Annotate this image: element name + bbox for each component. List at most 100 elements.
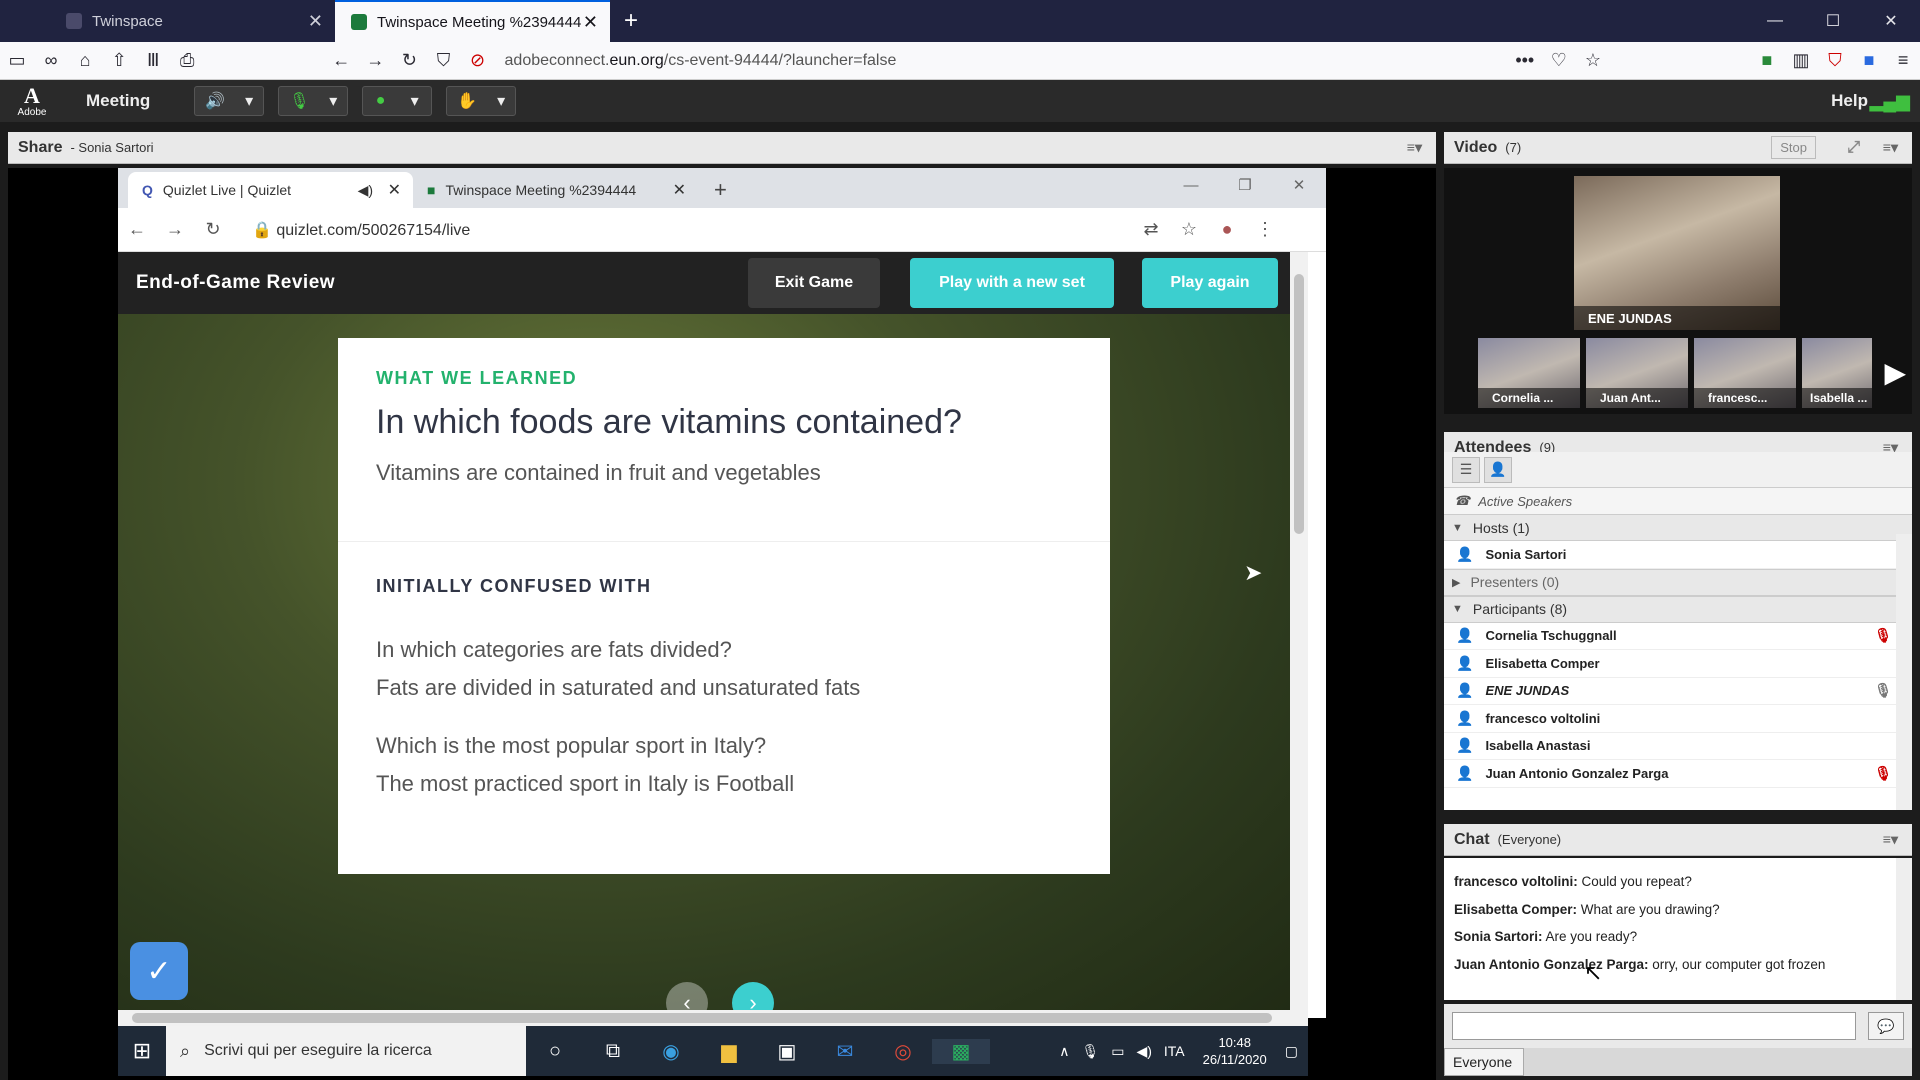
language-indicator[interactable]: ITA <box>1164 1043 1185 1059</box>
maximize-icon[interactable]: ☐ <box>1804 0 1862 42</box>
close-tab-icon[interactable]: ✕ <box>388 180 401 200</box>
scrollbar-thumb[interactable] <box>132 1013 1272 1023</box>
chevron-down-icon[interactable]: ▾ <box>497 91 505 111</box>
chat-target-tab[interactable]: Everyone <box>1444 1048 1524 1076</box>
notifications-icon[interactable]: ▢ <box>1285 1043 1298 1060</box>
close-window-icon[interactable]: ✕ <box>1272 168 1326 202</box>
presenters-group[interactable]: ▶ Presenters (0) <box>1444 568 1912 596</box>
forward-icon[interactable]: → <box>358 50 392 71</box>
mail-icon[interactable]: ✉ <box>816 1039 874 1064</box>
pocket-icon[interactable]: ♡ <box>1542 50 1576 71</box>
next-video-arrow-icon[interactable]: ▶ <box>1884 356 1906 389</box>
microphone-icon[interactable]: 🎙 <box>1081 1043 1099 1060</box>
close-tab-icon[interactable]: ✕ <box>673 180 686 200</box>
back-icon[interactable]: ← <box>118 219 156 240</box>
address-bar[interactable]: adobeconnect. eun.org/cs-event-94444/?lau… <box>505 46 1508 76</box>
network-icon[interactable]: ▭ <box>1111 1043 1124 1060</box>
pod-menu-icon[interactable]: ≡▾ <box>1407 139 1422 156</box>
ublock-icon[interactable]: ⛉ <box>1818 50 1852 71</box>
tray-chevron-icon[interactable]: ∧ <box>1059 1043 1069 1060</box>
minimize-icon[interactable]: — <box>1164 168 1218 202</box>
mask-icon[interactable]: ∞ <box>34 50 68 71</box>
translate-icon[interactable]: ⇄ <box>1132 219 1170 240</box>
attendee-row[interactable]: 👤 Cornelia Tschuggnall 🎙 <box>1444 623 1912 650</box>
reload-icon[interactable]: ↻ <box>392 50 426 71</box>
cortana-icon[interactable]: ○ <box>526 1040 584 1063</box>
close-tab-icon[interactable]: ✕ <box>308 11 323 32</box>
print-icon[interactable]: ⎙ <box>170 50 204 71</box>
hosts-group[interactable]: ▼ Hosts (1) <box>1444 514 1912 541</box>
zoom-extension-icon[interactable]: ■ <box>1852 50 1886 71</box>
pod-menu-icon[interactable]: ≡▾ <box>1883 831 1898 848</box>
twinspace-app-icon[interactable]: ▩ <box>932 1038 990 1064</box>
minimize-icon[interactable]: — <box>1746 0 1804 42</box>
restore-icon[interactable]: ❐ <box>1218 168 1272 202</box>
camera-toggle[interactable]: ● ▾ <box>362 86 433 116</box>
attendee-row[interactable]: 👤 Elisabetta Comper <box>1444 650 1912 678</box>
attendee-row[interactable]: 👤 ENE JUNDAS 🎙 <box>1444 678 1912 705</box>
video-thumbnail[interactable]: Isabella ... <box>1802 338 1872 408</box>
taskbar-search[interactable]: ⌕ Scrivi qui per eseguire la ricerca <box>166 1026 526 1076</box>
pod-menu-icon[interactable]: ≡▾ <box>1883 139 1898 156</box>
send-message-button[interactable]: 💬 <box>1868 1012 1904 1040</box>
speaker-toggle[interactable]: 🔊 ▾ <box>194 86 265 116</box>
extension-icon[interactable]: ■ <box>1750 50 1784 71</box>
chat-scrollbar[interactable] <box>1896 858 1912 1000</box>
forward-icon[interactable]: → <box>156 219 194 240</box>
play-again-button[interactable]: Play again <box>1142 258 1278 308</box>
list-view-icon[interactable]: ☰ <box>1452 456 1480 483</box>
shield-check-icon[interactable]: ✓ <box>130 942 188 1000</box>
library-icon[interactable]: Ⅲ <box>136 50 170 71</box>
kebab-menu-icon[interactable]: ⋮ <box>1246 219 1284 240</box>
browser-tab-meeting[interactable]: Twinspace Meeting %2394444 ✕ <box>335 0 610 42</box>
status-toggle[interactable]: ✋ ▾ <box>446 86 517 116</box>
bookmark-upload-icon[interactable]: ⇧ <box>102 50 136 71</box>
play-new-set-button[interactable]: Play with a new set <box>910 258 1114 308</box>
attendee-row[interactable]: 👤 francesco voltolini <box>1444 705 1912 733</box>
back-icon[interactable]: ← <box>324 50 358 71</box>
horizontal-scrollbar[interactable] <box>118 1010 1308 1026</box>
vertical-scrollbar[interactable] <box>1290 252 1308 1018</box>
taskbar-clock[interactable]: 10:48 26/11/2020 <box>1203 1034 1267 1068</box>
chat-input[interactable] <box>1452 1012 1856 1040</box>
attendee-row[interactable]: 👤 Isabella Anastasi <box>1444 733 1912 760</box>
main-video-feed[interactable]: ENE JUNDAS <box>1574 176 1780 330</box>
chrome-tab-twinspace[interactable]: ■ Twinspace Meeting %2394444 ✕ <box>413 172 698 208</box>
chevron-down-icon[interactable]: ▾ <box>329 91 337 111</box>
exit-game-button[interactable]: Exit Game <box>748 258 880 308</box>
new-tab-button[interactable]: + <box>610 0 652 42</box>
reload-icon[interactable]: ↻ <box>194 219 232 240</box>
user-view-icon[interactable]: 👤 <box>1484 456 1512 483</box>
scrollbar-thumb[interactable] <box>1294 274 1304 534</box>
microphone-toggle[interactable]: 🎙 ▾ <box>278 86 349 116</box>
attendee-row[interactable]: 👤 Juan Antonio Gonzalez Parga 🎙 <box>1444 760 1912 788</box>
video-thumbnail[interactable]: francesc... <box>1694 338 1796 408</box>
new-tab-button[interactable]: + <box>698 172 743 208</box>
volume-icon[interactable]: ◀) <box>1136 1043 1151 1060</box>
attendee-row[interactable]: 👤 Sonia Sartori <box>1444 541 1912 569</box>
more-icon[interactable]: ••• <box>1508 50 1542 71</box>
chrome-icon[interactable]: ◎ <box>874 1039 932 1064</box>
help-menu[interactable]: Help <box>1831 91 1868 111</box>
home-icon[interactable]: ⌂ <box>68 50 102 71</box>
sidebar-icon[interactable]: ▥ <box>1784 50 1818 71</box>
chevron-down-icon[interactable]: ▾ <box>411 91 419 111</box>
close-tab-icon[interactable]: ✕ <box>583 12 598 33</box>
browser-tab-twinspace[interactable]: Twinspace ✕ <box>50 0 335 42</box>
fullscreen-icon[interactable]: ⤢ <box>1847 139 1860 157</box>
edge-icon[interactable]: ◉ <box>642 1039 700 1064</box>
audio-icon[interactable]: ◀) <box>358 182 373 199</box>
video-thumbnail[interactable]: Cornelia ... <box>1478 338 1580 408</box>
stop-video-button[interactable]: Stop <box>1771 136 1816 159</box>
chrome-tab-quizlet[interactable]: Q Quizlet Live | Quizlet ◀) ✕ <box>128 172 413 208</box>
windows-start-icon[interactable]: ⊞ <box>118 1038 166 1064</box>
participants-group[interactable]: ▼ Participants (8) <box>1444 595 1912 623</box>
task-view-icon[interactable]: ⧉ <box>584 1040 642 1063</box>
attendees-scrollbar[interactable] <box>1896 534 1912 810</box>
chevron-down-icon[interactable]: ▾ <box>245 91 253 111</box>
star-icon[interactable]: ☆ <box>1576 50 1610 71</box>
screenshot-icon[interactable]: ▭ <box>0 50 34 71</box>
avatar[interactable]: ● <box>1208 219 1246 240</box>
chrome-address-bar[interactable]: 🔒 quizlet.com/500267154/live <box>252 220 1132 240</box>
star-icon[interactable]: ☆ <box>1170 219 1208 240</box>
